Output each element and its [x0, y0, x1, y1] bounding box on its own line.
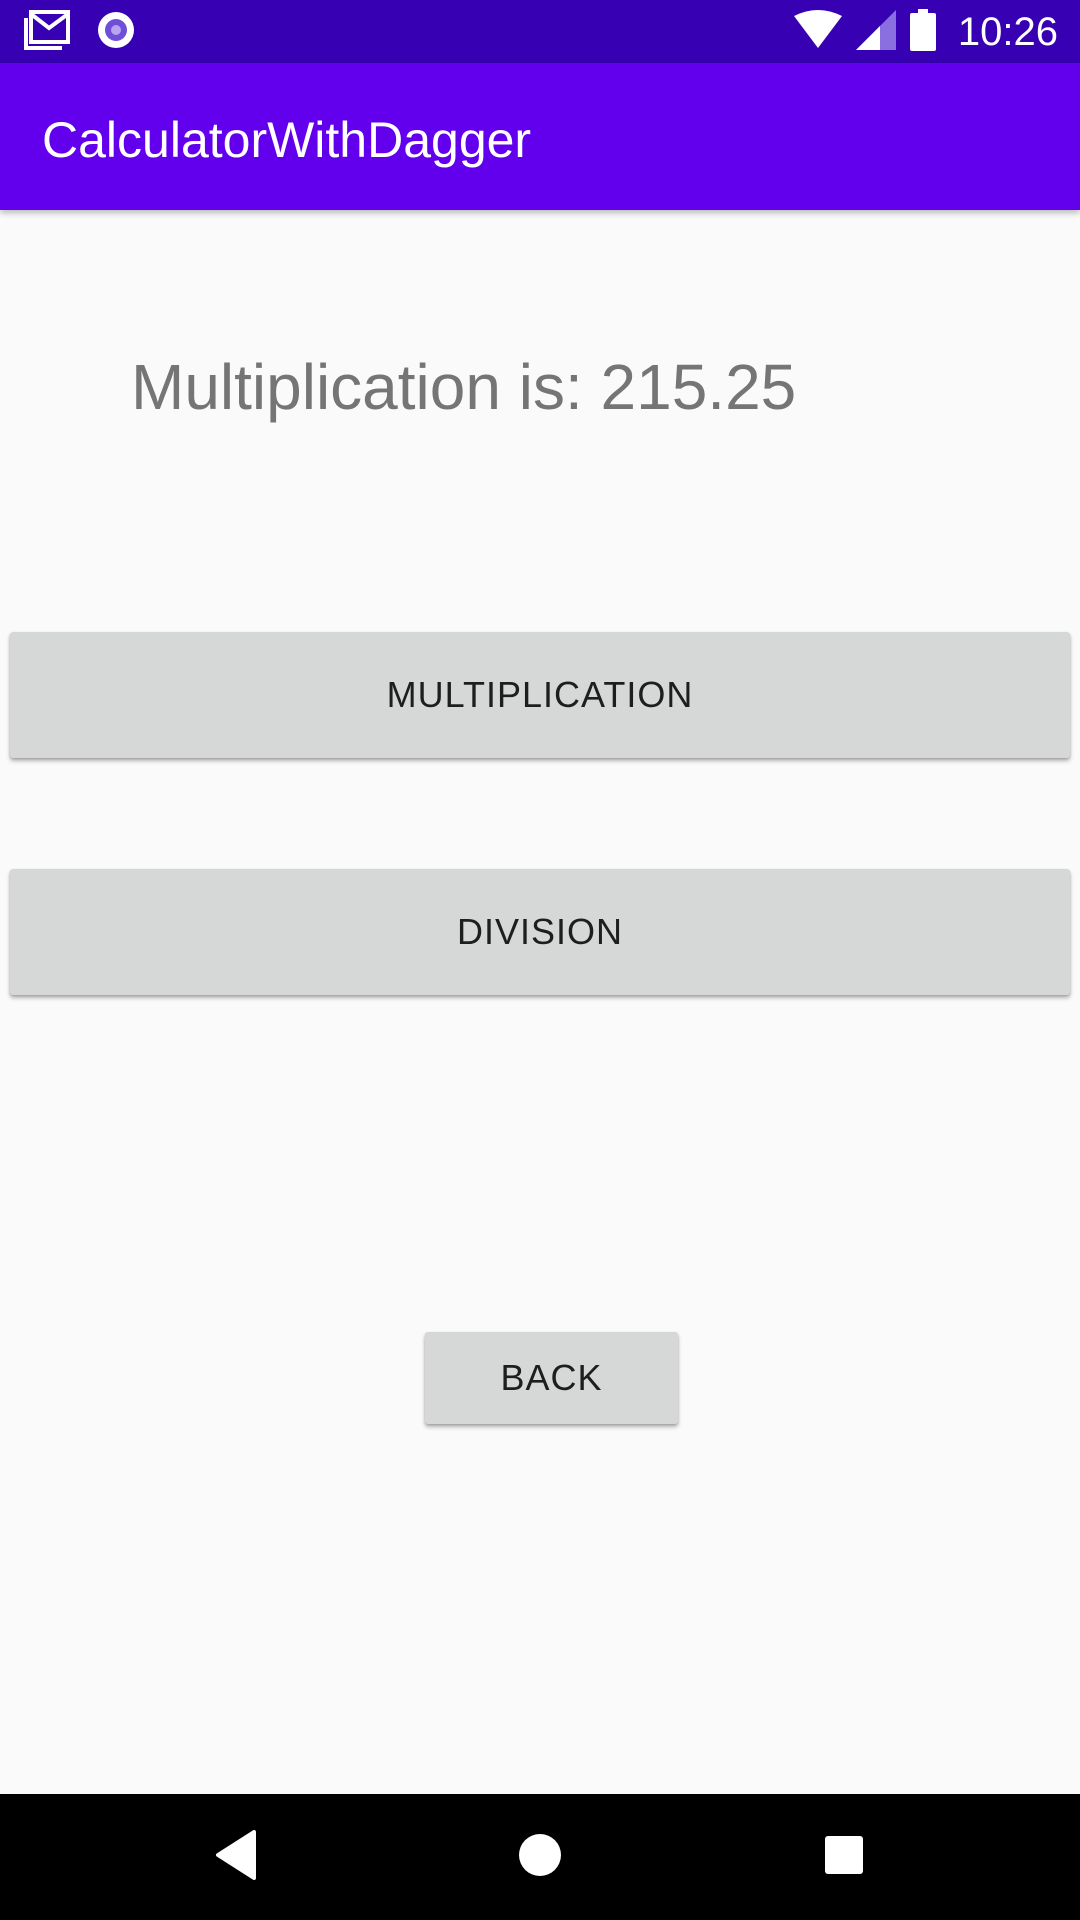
app-title: CalculatorWithDagger	[42, 112, 532, 168]
multiplication-button[interactable]: MULTIPLICATION	[10, 632, 1070, 758]
signal-icon	[855, 9, 896, 55]
status-bar-right: 10:26	[793, 8, 1058, 56]
battery-icon	[909, 8, 936, 56]
home-circle-icon	[518, 1833, 562, 1882]
app-bar: CalculatorWithDagger	[0, 63, 1080, 210]
back-triangle-icon	[214, 1829, 258, 1885]
nav-home-button[interactable]	[507, 1824, 573, 1890]
status-bar-left	[24, 9, 136, 55]
wifi-icon	[793, 9, 842, 55]
status-time: 10:26	[957, 9, 1058, 54]
result-text: Multiplication is: 215.25	[131, 351, 797, 423]
navigation-bar	[0, 1794, 1080, 1920]
division-button[interactable]: DIVISION	[10, 869, 1070, 995]
status-bar: 10:26	[0, 0, 1080, 63]
recents-square-icon	[824, 1835, 864, 1880]
podcast-icon	[96, 10, 136, 55]
gmail-icon	[24, 9, 70, 55]
screen: 10:26 CalculatorWithDagger Multiplicatio…	[0, 0, 1080, 1920]
nav-recents-button[interactable]	[811, 1824, 877, 1890]
back-button[interactable]: BACK	[425, 1332, 678, 1424]
nav-back-button[interactable]	[203, 1824, 269, 1890]
